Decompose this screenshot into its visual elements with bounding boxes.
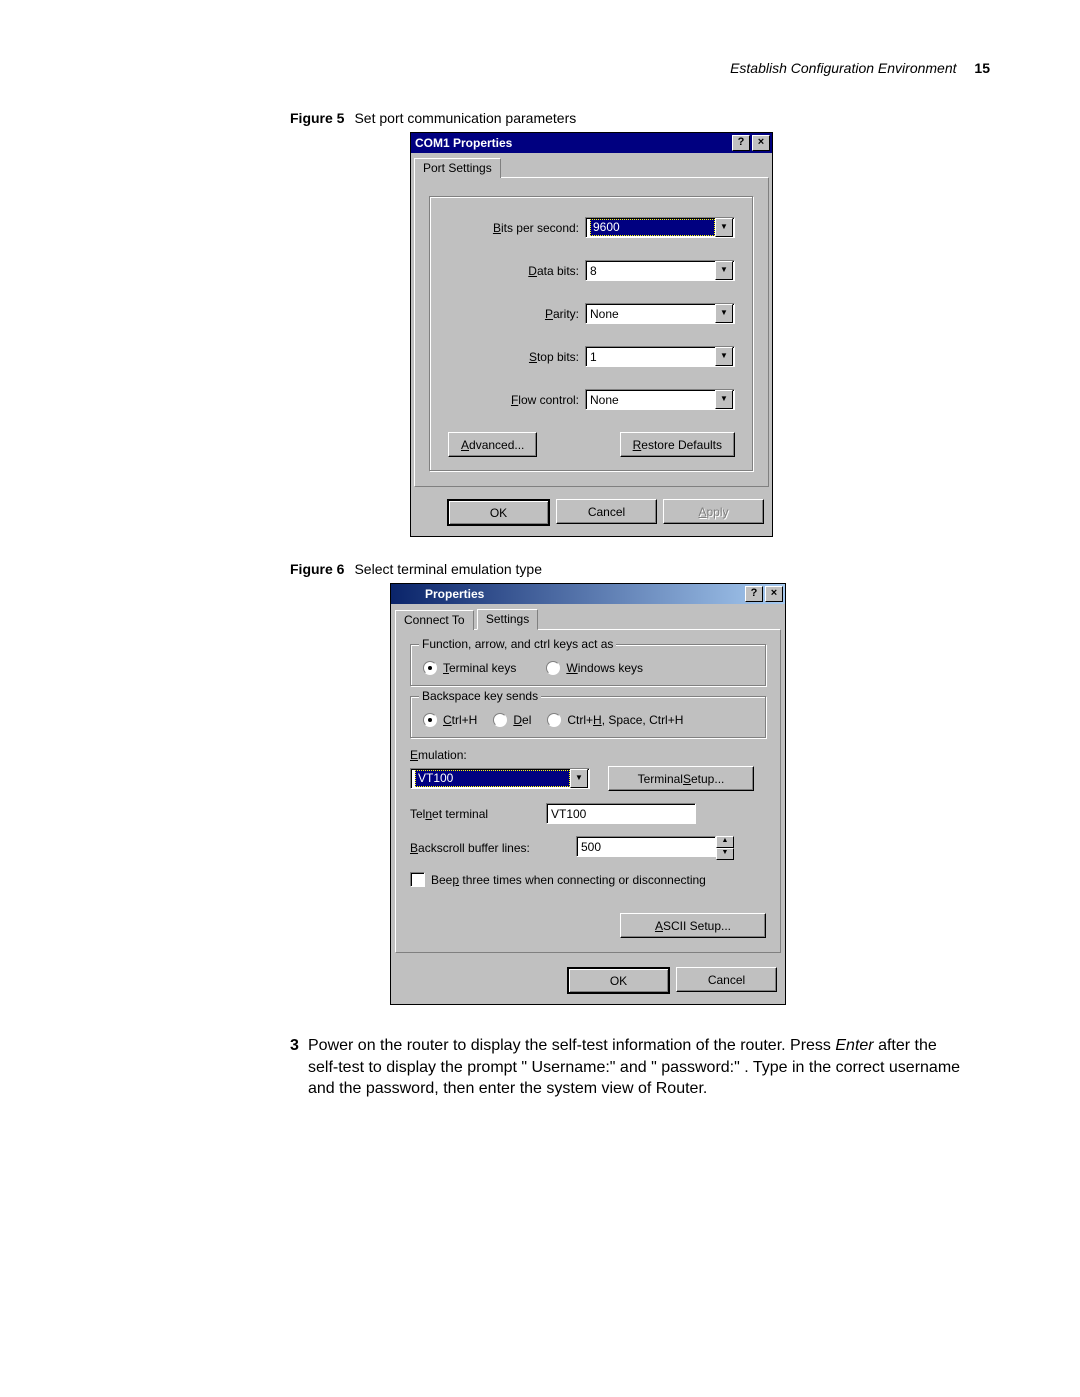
figure5-caption: Figure 5Set port communication parameter… <box>290 110 990 126</box>
radio-off-icon <box>546 661 560 675</box>
tab-connect-to[interactable]: Connect To <box>395 610 474 630</box>
advanced-button[interactable]: Advanced... <box>448 432 537 457</box>
close-icon[interactable]: × <box>752 135 770 151</box>
step-text: Power on the router to display the self-… <box>308 1035 970 1100</box>
radio-windows-keys[interactable]: Windows keys <box>546 661 643 675</box>
stopbits-combo[interactable]: 1 ▼ <box>585 346 735 367</box>
radio-del[interactable]: Del <box>493 713 531 727</box>
row-stop-bits: Stop bits: 1 ▼ <box>448 346 735 367</box>
dialog2-tab-body: Function, arrow, and ctrl keys act as Te… <box>395 629 781 953</box>
radio-on-icon <box>423 661 437 675</box>
radio-ctrlh-space-ctrlh[interactable]: Ctrl+H, Space, Ctrl+H <box>547 713 683 727</box>
apply-button: Apply <box>663 499 764 524</box>
emulation-row: VT100 ▼ Terminal Setup... <box>410 766 766 791</box>
restore-defaults-button[interactable]: Restore Defaults <box>620 432 735 457</box>
chevron-down-icon[interactable]: ▼ <box>715 261 733 280</box>
radio-terminal-keys[interactable]: Terminal keys <box>423 661 516 675</box>
help-icon[interactable]: ? <box>745 586 763 602</box>
telnet-label: Telnet terminal <box>410 807 536 821</box>
backspace-group: Backspace key sends Ctrl+H Del Ctrl+H, S… <box>410 696 766 738</box>
function-keys-group: Function, arrow, and ctrl keys act as Te… <box>410 644 766 686</box>
databits-combo[interactable]: 8 ▼ <box>585 260 735 281</box>
chevron-down-icon[interactable]: ▼ <box>715 347 733 366</box>
section-title: Establish Configuration Environment <box>730 60 956 76</box>
chevron-down-icon[interactable]: ▼ <box>715 304 733 323</box>
ascii-setup-button[interactable]: ASCII Setup... <box>620 913 766 938</box>
step-number: 3 <box>290 1035 308 1100</box>
row-flow-control: Flow control: None ▼ <box>448 389 735 410</box>
dialog2-title: Properties <box>425 587 743 601</box>
radio-ctrlh[interactable]: Ctrl+H <box>423 713 477 727</box>
dialog1-inner-buttons: Advanced... Restore Defaults <box>448 432 735 457</box>
function-keys-label: Function, arrow, and ctrl keys act as <box>419 637 616 651</box>
row-data-bits: Data bits: 8 ▼ <box>448 260 735 281</box>
page-number: 15 <box>974 60 990 76</box>
dialog1-title: COM1 Properties <box>415 136 730 150</box>
databits-label: Data bits: <box>469 264 585 278</box>
terminal-setup-button[interactable]: Terminal Setup... <box>608 766 754 791</box>
emulation-combo[interactable]: VT100 ▼ <box>410 768 590 789</box>
dialog2-tabstrip: Connect To Settings <box>391 604 785 629</box>
dialog1-tab-body: Bits per second: 9600 ▼ Data bits: 8 ▼ P… <box>414 177 769 487</box>
dialog1-titlebar[interactable]: COM1 Properties ? × <box>411 133 772 153</box>
cancel-button[interactable]: Cancel <box>556 499 657 524</box>
telnet-input[interactable]: VT100 <box>546 803 696 824</box>
beep-checkbox[interactable]: Beep three times when connecting or disc… <box>410 872 766 887</box>
page-header: Establish Configuration Environment 15 <box>90 60 990 76</box>
ok-button[interactable]: OK <box>567 967 670 994</box>
checkbox-icon <box>410 872 425 887</box>
bps-combo[interactable]: 9600 ▼ <box>585 217 735 238</box>
radio-off-icon <box>493 713 507 727</box>
cancel-button[interactable]: Cancel <box>676 967 777 992</box>
radio-on-icon <box>423 713 437 727</box>
chevron-down-icon[interactable]: ▼ <box>715 390 733 409</box>
dialog2-titlebar[interactable]: Properties ? × <box>391 584 785 604</box>
step-3-paragraph: 3 Power on the router to display the sel… <box>290 1035 970 1100</box>
ok-button[interactable]: OK <box>447 499 550 526</box>
parity-combo[interactable]: None ▼ <box>585 303 735 324</box>
tab-settings[interactable]: Settings <box>477 609 538 630</box>
chevron-down-icon[interactable]: ▼ <box>715 218 733 237</box>
dialog2-buttons: OK Cancel <box>391 961 785 1004</box>
chevron-down-icon[interactable]: ▼ <box>570 769 588 788</box>
backspace-label: Backspace key sends <box>419 689 541 703</box>
help-icon[interactable]: ? <box>732 135 750 151</box>
flow-combo[interactable]: None ▼ <box>585 389 735 410</box>
close-icon[interactable]: × <box>765 586 783 602</box>
flow-label: Flow control: <box>469 393 585 407</box>
backscroll-row: Backscroll buffer lines: 500 ▲ ▼ <box>410 836 766 860</box>
stopbits-label: Stop bits: <box>469 350 585 364</box>
dialog1-buttons: OK Cancel Apply <box>411 493 772 536</box>
figure6-caption: Figure 6Select terminal emulation type <box>290 561 990 577</box>
spin-up-icon[interactable]: ▲ <box>716 836 734 848</box>
row-parity: Parity: None ▼ <box>448 303 735 324</box>
parity-label: Parity: <box>469 307 585 321</box>
com1-properties-dialog: COM1 Properties ? × Port Settings Bits p… <box>410 132 773 537</box>
dialog1-tabstrip: Port Settings <box>411 153 772 177</box>
bps-label: Bits per second: <box>469 221 585 235</box>
emulation-label: Emulation: <box>410 748 467 762</box>
tab-port-settings[interactable]: Port Settings <box>414 158 501 178</box>
row-bits-per-second: Bits per second: 9600 ▼ <box>448 217 735 238</box>
properties-dialog: Properties ? × Connect To Settings Funct… <box>390 583 786 1005</box>
spin-down-icon[interactable]: ▼ <box>716 848 734 860</box>
backscroll-label: Backscroll buffer lines: <box>410 841 566 855</box>
telnet-row: Telnet terminal VT100 <box>410 803 766 824</box>
radio-off-icon <box>547 713 561 727</box>
emulation-label-row: Emulation: <box>410 748 766 762</box>
backscroll-spinner[interactable]: 500 ▲ ▼ <box>576 836 734 860</box>
port-settings-group: Bits per second: 9600 ▼ Data bits: 8 ▼ P… <box>429 196 754 472</box>
